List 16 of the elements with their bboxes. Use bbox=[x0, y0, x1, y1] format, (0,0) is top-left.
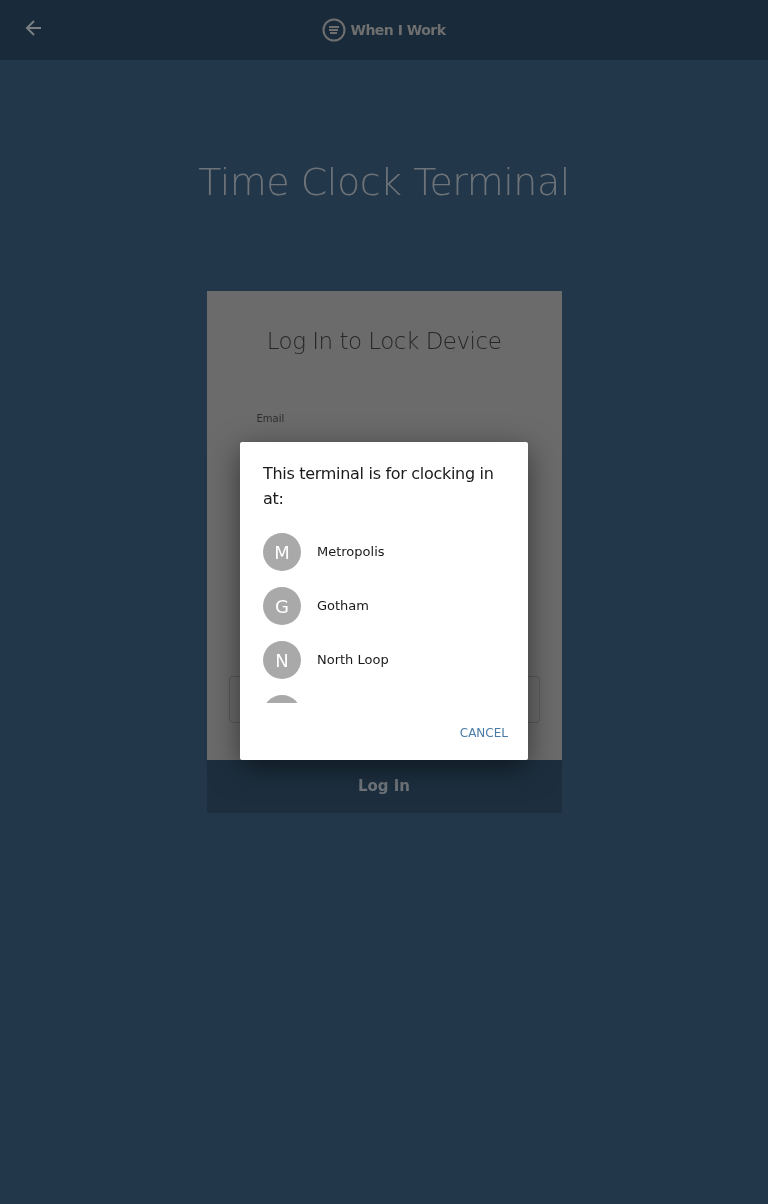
location-avatar: N bbox=[263, 641, 301, 679]
location-item[interactable]: N North Loop bbox=[263, 641, 528, 679]
location-avatar: G bbox=[263, 587, 301, 625]
dialog-title: This terminal is for clocking in at: bbox=[263, 463, 495, 510]
location-name: Metropolis bbox=[317, 543, 385, 562]
brand-name: When I Work bbox=[350, 20, 446, 40]
email-label: Email bbox=[256, 411, 286, 426]
card-title: Log In to Lock Device bbox=[265, 327, 503, 356]
location-avatar: M bbox=[263, 533, 301, 571]
logo-icon bbox=[322, 18, 347, 42]
page-title: Time Clock Terminal bbox=[197, 159, 571, 205]
location-name: North Loop bbox=[317, 651, 389, 670]
location-name: Gotham bbox=[317, 597, 369, 616]
location-item[interactable]: M Metropolis bbox=[263, 533, 528, 571]
cancel-button[interactable]: CANCEL bbox=[457, 722, 510, 744]
location-item[interactable]: G Gotham bbox=[263, 587, 528, 625]
